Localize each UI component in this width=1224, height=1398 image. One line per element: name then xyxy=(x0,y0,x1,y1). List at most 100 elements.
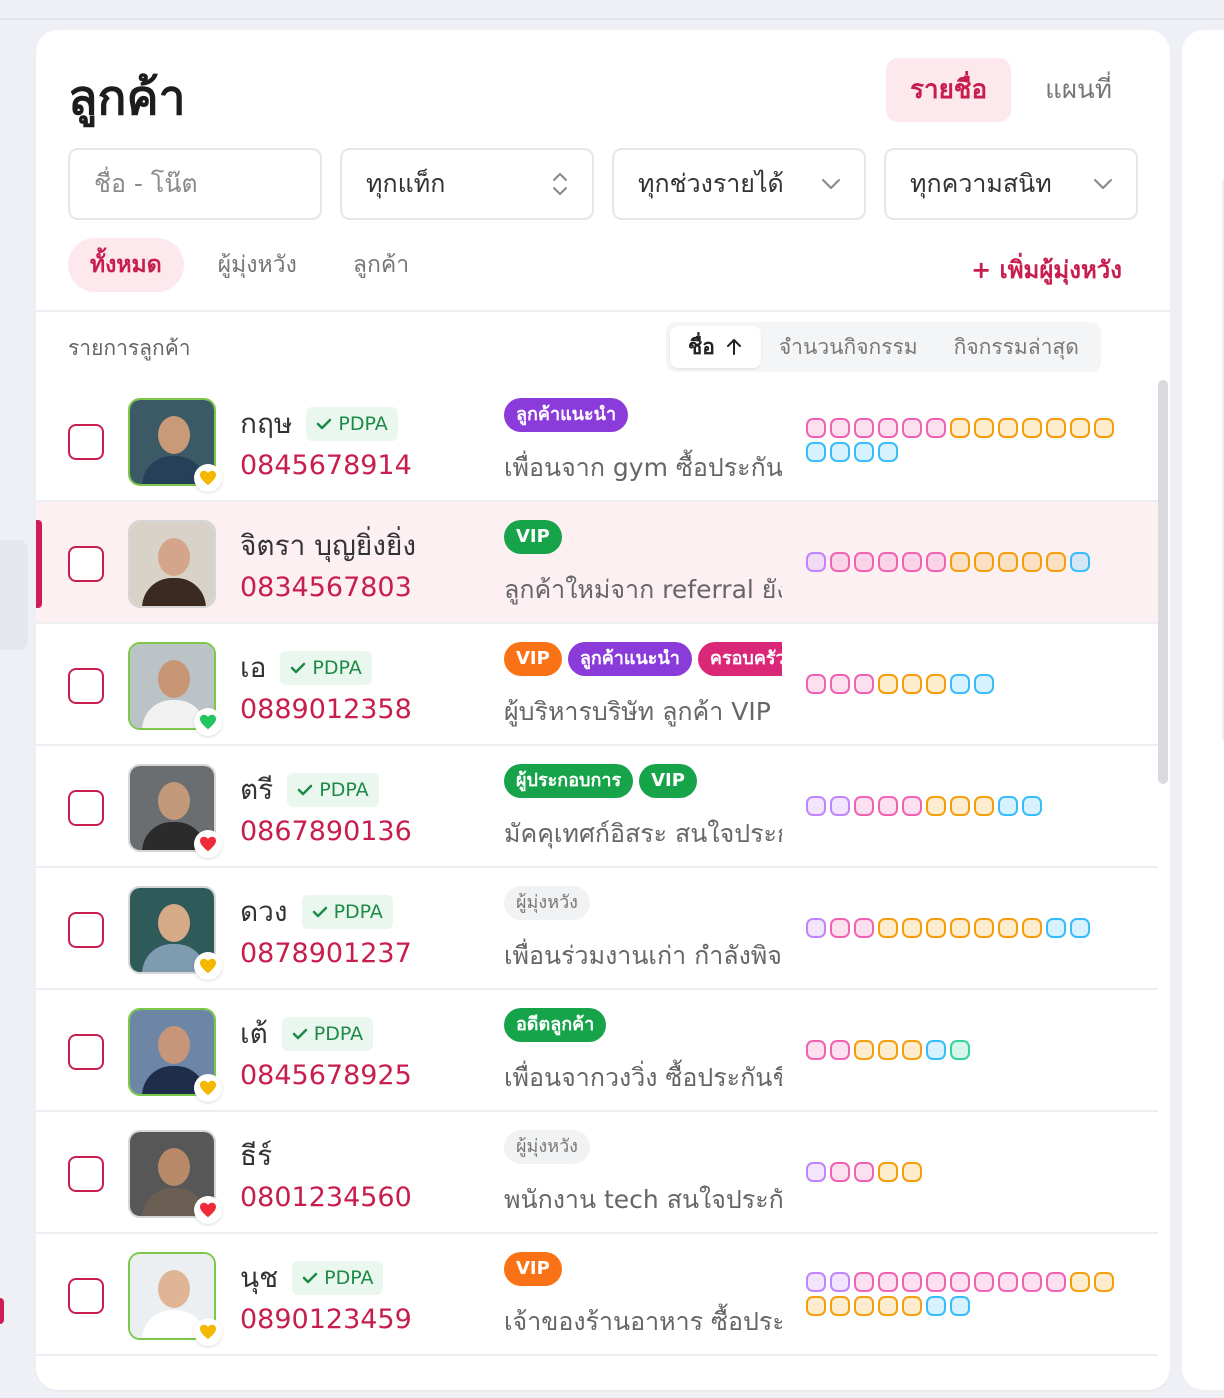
tag-badge: ลูกค้าแนะนำ xyxy=(567,642,692,676)
activity-dot xyxy=(806,796,826,816)
closeness-filter-value: ทุกความสนิท xyxy=(910,169,1052,198)
customer-name: เอ xyxy=(240,651,267,684)
row-checkbox[interactable] xyxy=(68,1156,104,1192)
check-icon xyxy=(291,662,306,674)
activity-dot xyxy=(974,552,994,572)
activity-dot xyxy=(830,1296,850,1316)
name-line: ธีร์ xyxy=(240,1134,272,1178)
activity-dot xyxy=(806,1296,826,1316)
activity-dot xyxy=(1094,1272,1114,1292)
customer-phone[interactable]: 0834567803 xyxy=(240,572,412,603)
activity-dot xyxy=(878,442,898,462)
income-filter-select[interactable]: ทุกช่วงรายได้ xyxy=(612,148,866,220)
tab-prospects[interactable]: ผู้มุ่งหวัง xyxy=(196,238,319,292)
arrow-up-icon xyxy=(726,339,741,355)
tag-badge: VIP xyxy=(504,642,562,676)
table-row[interactable]: ตรี PDPA 0867890136 ผู้ประกอบการ VIP มัคคุเทศ… xyxy=(36,746,1158,868)
customer-phone[interactable]: 0845678914 xyxy=(240,450,412,481)
closeness-filter-select[interactable]: ทุกความสนิท xyxy=(884,148,1138,220)
customer-phone[interactable]: 0878901237 xyxy=(240,938,412,969)
activity-dot xyxy=(830,442,850,462)
table-row[interactable]: ธีร์ 0801234560 ผู้มุ่งหวังพนักงาน tech สน… xyxy=(36,1112,1158,1234)
row-checkbox[interactable] xyxy=(68,1278,104,1314)
row-checkbox[interactable] xyxy=(68,912,104,948)
heart-icon xyxy=(194,1074,222,1102)
row-checkbox[interactable] xyxy=(68,668,104,704)
sort-by-activity-count[interactable]: จำนวนกิจกรรม xyxy=(761,326,936,368)
customer-name: กฤษ xyxy=(240,407,293,440)
activity-dot xyxy=(806,918,826,938)
activity-dot xyxy=(830,918,850,938)
tab-map[interactable]: แผนที่ xyxy=(1021,58,1136,122)
activity-dot xyxy=(854,1040,874,1060)
customer-note: เจ้าของร้านอาหาร ซื้อประกัน xyxy=(504,1307,782,1336)
table-row[interactable]: เต้ PDPA 0845678925 อดีตลูกค้า เพื่อนจากวงวิ… xyxy=(36,990,1158,1112)
customer-phone[interactable]: 0845678925 xyxy=(240,1060,412,1091)
table-row[interactable]: นุช PDPA 0890123459 VIP เจ้าของร้านอาหาร ซื้… xyxy=(36,1234,1158,1356)
tag-badge: ผู้ประกอบการ xyxy=(504,764,634,798)
activity-dot xyxy=(806,674,826,694)
tab-customers[interactable]: ลูกค้า xyxy=(331,238,431,292)
table-row[interactable]: จิตรา บุญยิ่งยิ่ง 0834567803 VIP ลูกค้าใหม่… xyxy=(36,502,1158,624)
pdpa-label: PDPA xyxy=(312,657,362,679)
tab-all[interactable]: ทั้งหมด xyxy=(68,238,184,292)
search-placeholder: ชื่อ - โน๊ต xyxy=(94,169,198,198)
sort-by-latest-activity[interactable]: กิจกรรมล่าสุด xyxy=(936,326,1097,368)
activity-dot xyxy=(950,674,970,694)
search-input[interactable]: ชื่อ - โน๊ต xyxy=(68,148,322,220)
activity-dot xyxy=(1070,418,1090,438)
customer-phone[interactable]: 0867890136 xyxy=(240,816,412,847)
table-row[interactable]: เอ PDPA 0889012358 VIP ลูกค้าแนะนำ ครอบครัว ผู… xyxy=(36,624,1158,746)
sort-by-name[interactable]: ชื่อ xyxy=(670,326,761,368)
tag-list: ผู้มุ่งหวัง xyxy=(504,886,782,922)
name-line: ดวง PDPA xyxy=(240,890,393,934)
activity-dot xyxy=(878,1296,898,1316)
table-row[interactable]: กฤษ PDPA 0845678914 ลูกค้าแนะนำ เพื่อนจาก gy… xyxy=(36,380,1158,502)
name-line: นุช PDPA xyxy=(240,1256,384,1300)
tag-badge: ครอบครัว xyxy=(697,642,782,676)
activity-dot xyxy=(854,1162,874,1182)
customer-rows: กฤษ PDPA 0845678914 ลูกค้าแนะนำ เพื่อนจาก gy… xyxy=(36,380,1158,1356)
customer-name: นุช xyxy=(240,1261,279,1294)
activity-dot xyxy=(806,552,826,572)
chevron-down-icon xyxy=(1094,179,1112,189)
activity-dot xyxy=(926,1272,946,1292)
activity-dot xyxy=(878,1162,898,1182)
tag-filter-select[interactable]: ทุกแท็ก xyxy=(340,148,594,220)
activity-dot xyxy=(1046,1272,1066,1292)
activity-dot xyxy=(998,918,1018,938)
status-tabs: ทั้งหมด ผู้มุ่งหวัง ลูกค้า xyxy=(68,238,431,292)
customer-note: พนักงาน tech สนใจประกัน xyxy=(504,1185,782,1214)
activity-dot xyxy=(1022,1272,1042,1292)
pdpa-label: PDPA xyxy=(324,1267,374,1289)
tag-filter-value: ทุกแท็ก xyxy=(366,169,446,198)
customer-phone[interactable]: 0889012358 xyxy=(240,694,412,725)
scrollbar[interactable] xyxy=(1158,380,1168,784)
customer-list-panel: ลูกค้า รายชื่อ แผนที่ ชื่อ - โน๊ต ทุกแท็… xyxy=(36,30,1170,1390)
customer-phone[interactable]: 0801234560 xyxy=(240,1182,412,1213)
tag-list: VIP xyxy=(504,520,782,556)
row-checkbox[interactable] xyxy=(68,424,104,460)
pdpa-badge: PDPA xyxy=(287,773,379,807)
sidebar-edge xyxy=(0,0,34,1398)
activity-dot xyxy=(902,552,922,572)
name-line: จิตรา บุญยิ่งยิ่ง xyxy=(240,524,416,568)
row-checkbox[interactable] xyxy=(68,1034,104,1070)
tag-list: ผู้มุ่งหวัง xyxy=(504,1130,782,1166)
row-checkbox[interactable] xyxy=(68,790,104,826)
activity-dot xyxy=(902,674,922,694)
add-prospect-button[interactable]: + เพิ่มผู้มุ่งหวัง xyxy=(971,250,1122,289)
tab-list[interactable]: รายชื่อ xyxy=(886,58,1012,122)
table-row[interactable]: ดวง PDPA 0878901237 ผู้มุ่งหวัง เพื่อนร่วมงา… xyxy=(36,868,1158,990)
updown-chevron-icon xyxy=(553,173,567,195)
customer-phone[interactable]: 0890123459 xyxy=(240,1304,412,1335)
activity-dot xyxy=(878,1040,898,1060)
row-checkbox[interactable] xyxy=(68,546,104,582)
customer-note: เพื่อนจากวงวิ่ง ซื้อประกันชีวิต xyxy=(504,1063,782,1092)
pdpa-badge: PDPA xyxy=(306,407,398,441)
activity-dot xyxy=(878,418,898,438)
activity-dot xyxy=(830,418,850,438)
view-tabs: รายชื่อ แผนที่ xyxy=(886,58,1136,122)
activity-dot xyxy=(998,1272,1018,1292)
tag-badge: VIP xyxy=(639,764,697,798)
